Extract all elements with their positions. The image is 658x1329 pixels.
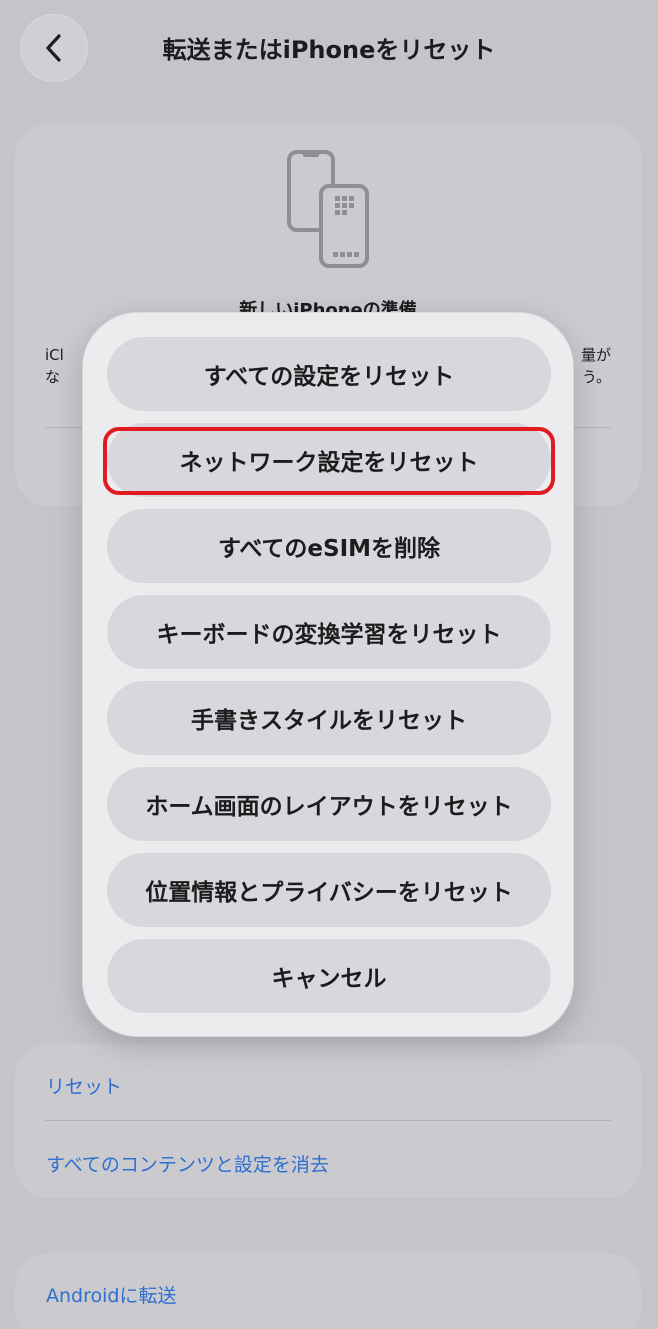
transfer-to-android-link[interactable]: Androidに転送 [46, 1281, 176, 1308]
cancel-button[interactable]: キャンセル [107, 939, 551, 1013]
prepare-body-fragment-right: 量が う。 [580, 346, 611, 386]
reset-action-sheet: すべての設定をリセット ネットワーク設定をリセット すべてのeSIMを削除 キー… [82, 312, 574, 1037]
page-title: 転送またはiPhoneをリセット [162, 36, 496, 64]
reset-location-privacy-button[interactable]: 位置情報とプライバシーをリセット [107, 853, 551, 927]
reset-home-layout-button[interactable]: ホーム画面のレイアウトをリセット [107, 767, 551, 841]
reset-link[interactable]: リセット [46, 1072, 122, 1099]
prepare-body-fragment-left: iCl な [45, 346, 64, 386]
divider [45, 1120, 611, 1121]
reset-keyboard-dictionary-button[interactable]: キーボードの変換学習をリセット [107, 595, 551, 669]
erase-all-link[interactable]: すべてのコンテンツと設定を消去 [46, 1150, 329, 1177]
reset-card: リセット すべてのコンテンツと設定を消去 [15, 1044, 641, 1198]
phones-transfer-icon [287, 150, 369, 268]
reset-network-settings-button[interactable]: ネットワーク設定をリセット [107, 423, 551, 497]
reset-all-settings-button[interactable]: すべての設定をリセット [107, 337, 551, 411]
reset-handwriting-button[interactable]: 手書きスタイルをリセット [107, 681, 551, 755]
android-card: Androidに転送 [15, 1253, 641, 1329]
delete-all-esim-button[interactable]: すべてのeSIMを削除 [107, 509, 551, 583]
